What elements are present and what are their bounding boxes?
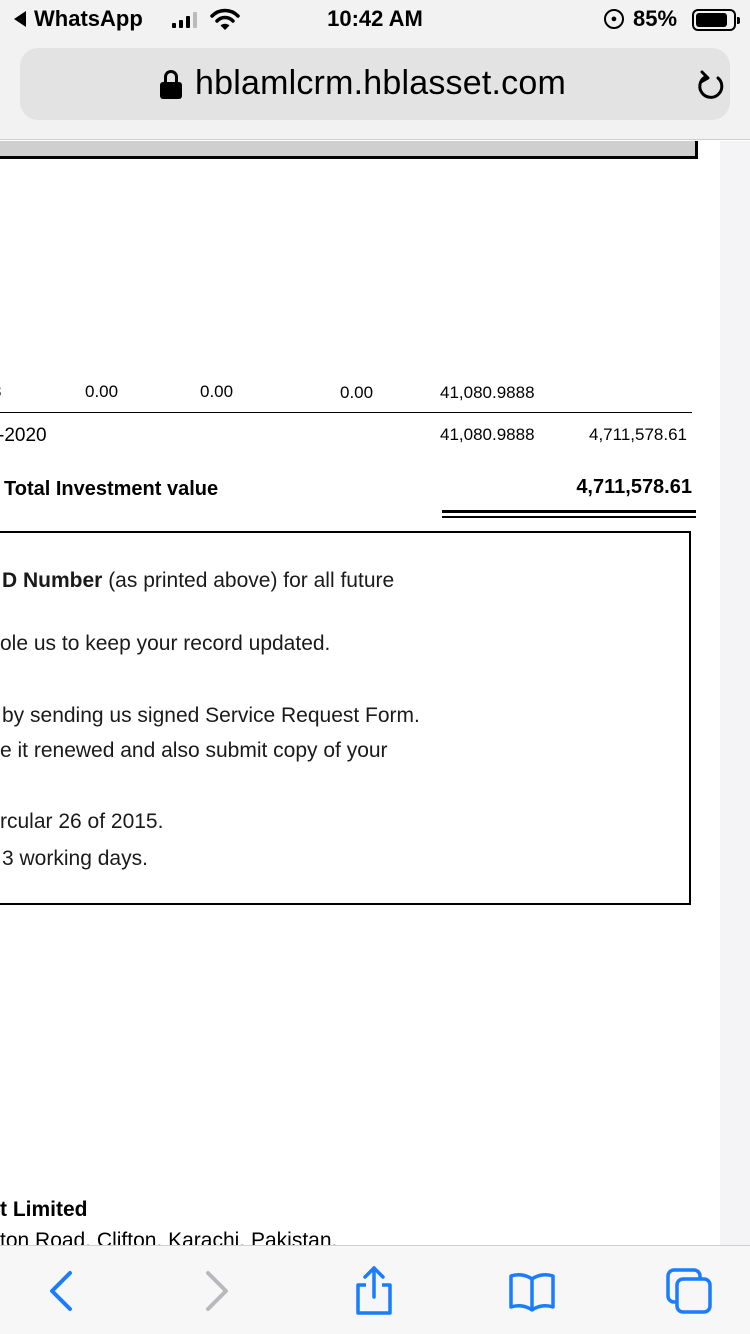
header-box-bottom-edge: [0, 141, 698, 159]
row2-value: 4,711,578.61: [589, 425, 687, 444]
notice-line-1-bold: D Number: [2, 569, 103, 592]
row-divider: [0, 412, 692, 413]
url-text: hblamlcrm.hblasset.com: [195, 64, 566, 102]
battery-icon: [692, 9, 740, 31]
battery-percentage: 85%: [633, 6, 678, 31]
row1-col2: 0.00: [200, 382, 234, 401]
chevron-right-icon: [206, 1271, 228, 1311]
reload-icon[interactable]: [696, 70, 726, 102]
book-icon: [509, 1273, 555, 1312]
notice-box: D Number (as printed above) for all futu…: [0, 531, 691, 905]
row1-units: 41,080.9888: [440, 383, 535, 402]
total-investment-value: 4,711,578.61: [576, 476, 692, 498]
tabs-icon: [666, 1268, 712, 1314]
web-page-content: 3 0.00 0.00 0.00 41,080.9888 -2020 41,08…: [0, 141, 720, 1245]
back-button[interactable]: [36, 1266, 86, 1316]
bookmarks-button[interactable]: [507, 1266, 557, 1316]
browser-address-area: hblamlcrm.hblasset.com: [0, 40, 750, 140]
row1-lead: 3: [0, 382, 1, 402]
browser-toolbar: [0, 1245, 750, 1334]
address-bar[interactable]: hblamlcrm.hblasset.com: [20, 48, 730, 120]
orientation-lock-icon: ●: [604, 9, 624, 29]
forward-button[interactable]: [192, 1266, 242, 1316]
notice-line-4: e it renewed and also submit copy of you…: [0, 739, 388, 762]
row1-col3: 0.00: [340, 383, 374, 402]
notice-line-2: ole us to keep your record updated.: [0, 632, 331, 655]
share-icon: [356, 1266, 392, 1315]
chevron-left-icon: [50, 1271, 72, 1311]
notice-line-1: D Number (as printed above) for all futu…: [2, 569, 394, 593]
row2-units: 41,080.9888: [440, 425, 535, 444]
notice-line-5: rcular 26 of 2015.: [0, 810, 164, 833]
notice-line-6: 3 working days.: [2, 847, 148, 870]
row2-date: -2020: [0, 425, 47, 446]
notice-line-1-rest: (as printed above) for all future: [102, 569, 395, 592]
status-bar: WhatsApp 10:42 AM ● 85%: [0, 0, 750, 40]
footer-company-name: t Limited: [0, 1198, 88, 1221]
total-investment-label: Total Investment value: [4, 478, 219, 500]
row1-col1: 0.00: [85, 382, 119, 401]
secure-lock-icon: [160, 70, 182, 100]
notice-line-3: by sending us signed Service Request For…: [2, 704, 420, 727]
page-gutter: [720, 141, 750, 1245]
total-underline: [442, 516, 696, 518]
tabs-button[interactable]: [664, 1266, 714, 1316]
total-underline: [442, 510, 696, 513]
share-button[interactable]: [349, 1266, 399, 1316]
footer-address: ton Road, Clifton, Karachi, Pakistan.: [0, 1229, 338, 1245]
